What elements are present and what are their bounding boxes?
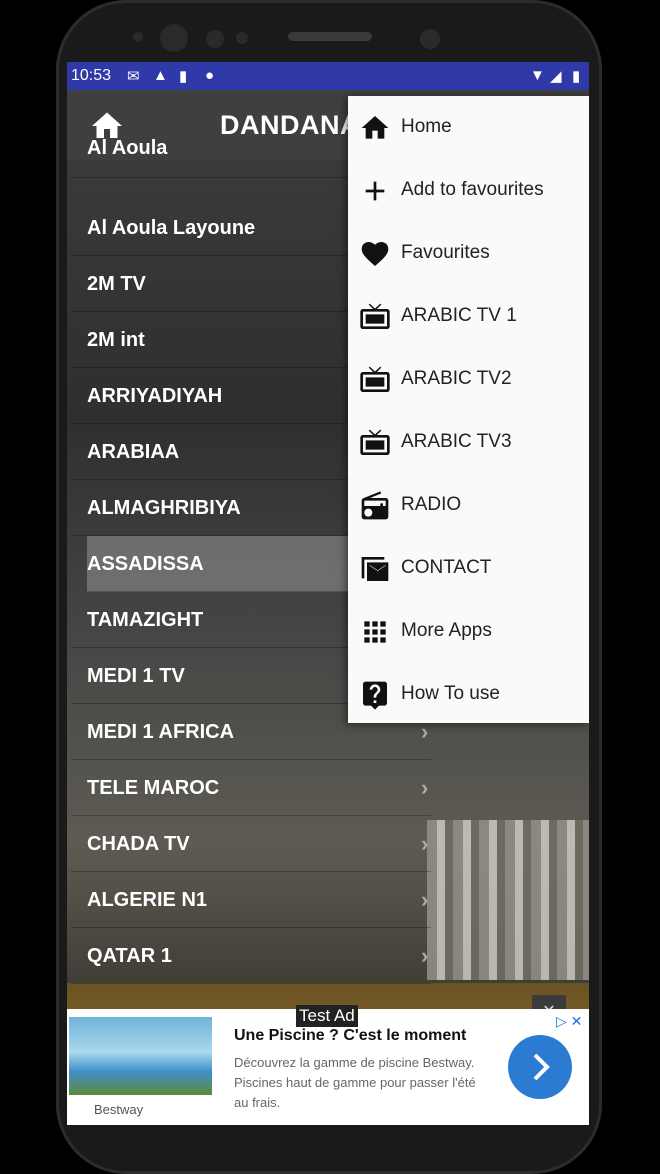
menu-item-label: Favourites: [401, 242, 490, 263]
channel-label: TELE MAROC: [87, 777, 220, 799]
menu-item-arabic-tv2[interactable]: ARABIC TV2: [348, 348, 589, 411]
front-camera: [160, 24, 188, 52]
channel-label: ALGERIE N1: [87, 889, 208, 911]
ad-brand: Bestway: [94, 1102, 144, 1117]
tv-icon: [360, 366, 390, 392]
circle-app-icon: ●: [205, 67, 215, 84]
gmail-icon: ✉: [127, 68, 140, 85]
sensor-dot: [133, 32, 143, 42]
channel-label: ASSADISSA: [87, 553, 204, 575]
channel-label: 2M int: [87, 329, 145, 351]
menu-item-label: More Apps: [401, 620, 492, 641]
status-bar: 10:53 ✉ ▲ ▮ ● ▼ ◢ ▮: [67, 62, 589, 90]
menu-item-radio[interactable]: RADIO: [348, 474, 589, 537]
front-camera: [420, 29, 440, 49]
menu-item-favourites[interactable]: Favourites: [348, 222, 589, 285]
sd-card-icon: ▮: [179, 68, 188, 85]
menu-item-more-apps[interactable]: More Apps: [348, 600, 589, 663]
device-screen: 10:53 ✉ ▲ ▮ ● ▼ ◢ ▮ ✕ DANDANA Al Aoula A…: [67, 62, 589, 1125]
help-icon: [363, 681, 387, 710]
video-thumbnail: [427, 820, 589, 980]
app-title: DANDANA: [220, 110, 360, 140]
grid-icon: [364, 621, 386, 643]
test-ad-badge: Test Ad: [296, 1005, 358, 1027]
menu-item-contact[interactable]: CONTACT: [348, 537, 589, 600]
channel-label: MEDI 1 TV: [87, 665, 185, 687]
signal-icon: ◢: [550, 68, 562, 85]
chevron-right-icon: ›: [421, 775, 429, 800]
chevron-right-icon: ›: [421, 887, 429, 912]
chevron-right-icon: ›: [421, 831, 429, 856]
sensor-dot: [236, 32, 248, 44]
channel-label: Al Aoula Layoune: [87, 217, 256, 239]
menu-item-label: Home: [401, 116, 452, 137]
battery-icon: ▮: [572, 68, 581, 85]
channel-label: ALMAGHRIBIYA: [87, 497, 241, 519]
list-item[interactable]: CHADA TV ›: [71, 816, 431, 872]
channel-label: Al Aoula: [87, 138, 168, 159]
menu-item-label: ARABIC TV2: [401, 368, 512, 389]
ad-choices-icon[interactable]: ▷ ✕: [556, 1013, 582, 1030]
channel-label: ARRIYADIYAH: [87, 385, 223, 407]
ad-image: [69, 1017, 212, 1095]
phone-top-bezel: [0, 0, 660, 62]
list-item[interactable]: TELE MAROC ›: [71, 760, 431, 816]
channel-label: 2M TV: [87, 273, 146, 295]
channel-label: CHADA TV: [87, 833, 190, 855]
menu-item-label: How To use: [401, 683, 500, 704]
wifi-icon: ▼: [530, 67, 545, 84]
menu-item-home[interactable]: Home: [348, 96, 589, 159]
warning-icon: ▲: [153, 67, 168, 84]
plus-icon: [365, 181, 385, 201]
ad-banner[interactable]: Bestway Une Piscine ? C'est le moment Dé…: [67, 1005, 589, 1125]
menu-item-label: CONTACT: [401, 557, 492, 578]
ad-open-button[interactable]: [508, 1035, 572, 1099]
list-item[interactable]: ALGERIE N1 ›: [71, 872, 431, 928]
menu-item-arabic-tv1[interactable]: ARABIC TV 1: [348, 285, 589, 348]
mail-icon: [361, 557, 389, 581]
ad-title[interactable]: Une Piscine ? C'est le moment: [234, 1027, 466, 1045]
menu-item-label: Add to favourites: [401, 179, 544, 200]
overflow-menu: Home Add to favourites Favourites ARABIC…: [348, 96, 589, 723]
channel-label: MEDI 1 AFRICA: [87, 721, 235, 743]
tv-icon: [360, 429, 390, 455]
heart-icon: [361, 242, 389, 266]
channel-label: QATAR 1: [87, 945, 172, 967]
menu-item-label: ARABIC TV3: [401, 431, 512, 452]
menu-item-add-favourite[interactable]: Add to favourites: [348, 159, 589, 222]
tv-icon: [360, 303, 390, 329]
ad-description: Découvrez la gamme de piscine Bestway. P…: [234, 1055, 476, 1110]
home-icon: [361, 116, 389, 139]
menu-item-how-to-use[interactable]: How To use: [348, 663, 589, 726]
sensor-dot: [206, 30, 224, 48]
channel-label: ARABIAA: [87, 441, 180, 463]
menu-item-arabic-tv3[interactable]: ARABIC TV3: [348, 411, 589, 474]
list-item[interactable]: QATAR 1 ›: [71, 928, 431, 984]
channel-label: TAMAZIGHT: [87, 609, 204, 631]
menu-item-label: RADIO: [401, 494, 462, 515]
radio-icon: [361, 491, 389, 520]
menu-item-label: ARABIC TV 1: [401, 305, 517, 326]
status-time: 10:53: [71, 67, 112, 84]
earpiece-speaker: [288, 32, 372, 41]
chevron-right-icon: ›: [421, 943, 429, 968]
chevron-right-icon: [533, 1053, 550, 1081]
